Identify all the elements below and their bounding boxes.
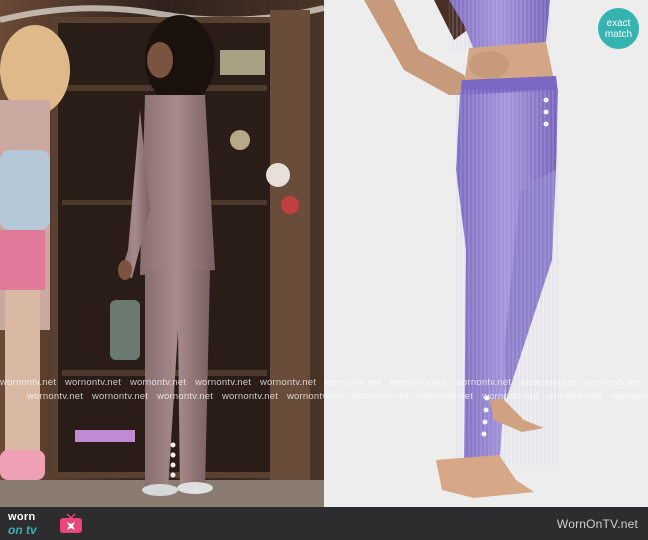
site-name: WornOnTV.net — [556, 517, 638, 531]
photo-collage: exact match wornontv.net wornontv.net worn… — [0, 0, 648, 507]
product-illustration — [324, 0, 648, 507]
badge-line-2: match — [604, 28, 633, 40]
product-photo — [324, 0, 648, 507]
exact-match-badge: exact match — [598, 8, 639, 49]
worn-on-tv-logo[interactable]: worn on tv — [8, 511, 84, 537]
tv-scene-photo — [0, 0, 324, 507]
logo-word-top: worn — [8, 511, 36, 523]
logo-word-bottom: on tv — [8, 523, 37, 537]
tv-scene-illustration — [0, 0, 324, 507]
tv-icon — [60, 513, 82, 533]
footer-bar: worn on tv WornOnTV.net — [0, 507, 648, 540]
badge-line-1: exact — [606, 17, 631, 29]
